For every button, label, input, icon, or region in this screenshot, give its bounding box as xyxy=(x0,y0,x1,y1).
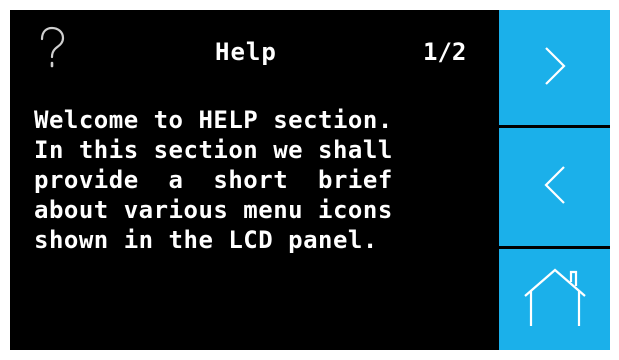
chevron-left-icon xyxy=(540,161,570,213)
previous-page-button[interactable] xyxy=(499,128,610,246)
help-text-line: about various menu icons xyxy=(34,196,393,224)
home-icon xyxy=(519,264,591,336)
next-page-button[interactable] xyxy=(499,10,610,125)
page-title: Help xyxy=(215,38,277,66)
home-button[interactable] xyxy=(499,249,610,350)
help-text-line: provide a short brief xyxy=(34,166,393,194)
page-indicator: 1/2 xyxy=(423,38,467,66)
help-description: Welcome to HELP section. In this section… xyxy=(34,105,492,255)
help-text-line: shown in the LCD panel. xyxy=(34,226,378,254)
side-button-panel xyxy=(499,10,610,350)
help-text-line: Welcome to HELP section. xyxy=(34,106,393,134)
help-text-line: In this section we shall xyxy=(34,136,393,164)
chevron-right-icon xyxy=(540,42,570,94)
question-mark-icon xyxy=(38,26,66,70)
lcd-screen: Help 1/2 Welcome to HELP section. In thi… xyxy=(10,10,499,350)
